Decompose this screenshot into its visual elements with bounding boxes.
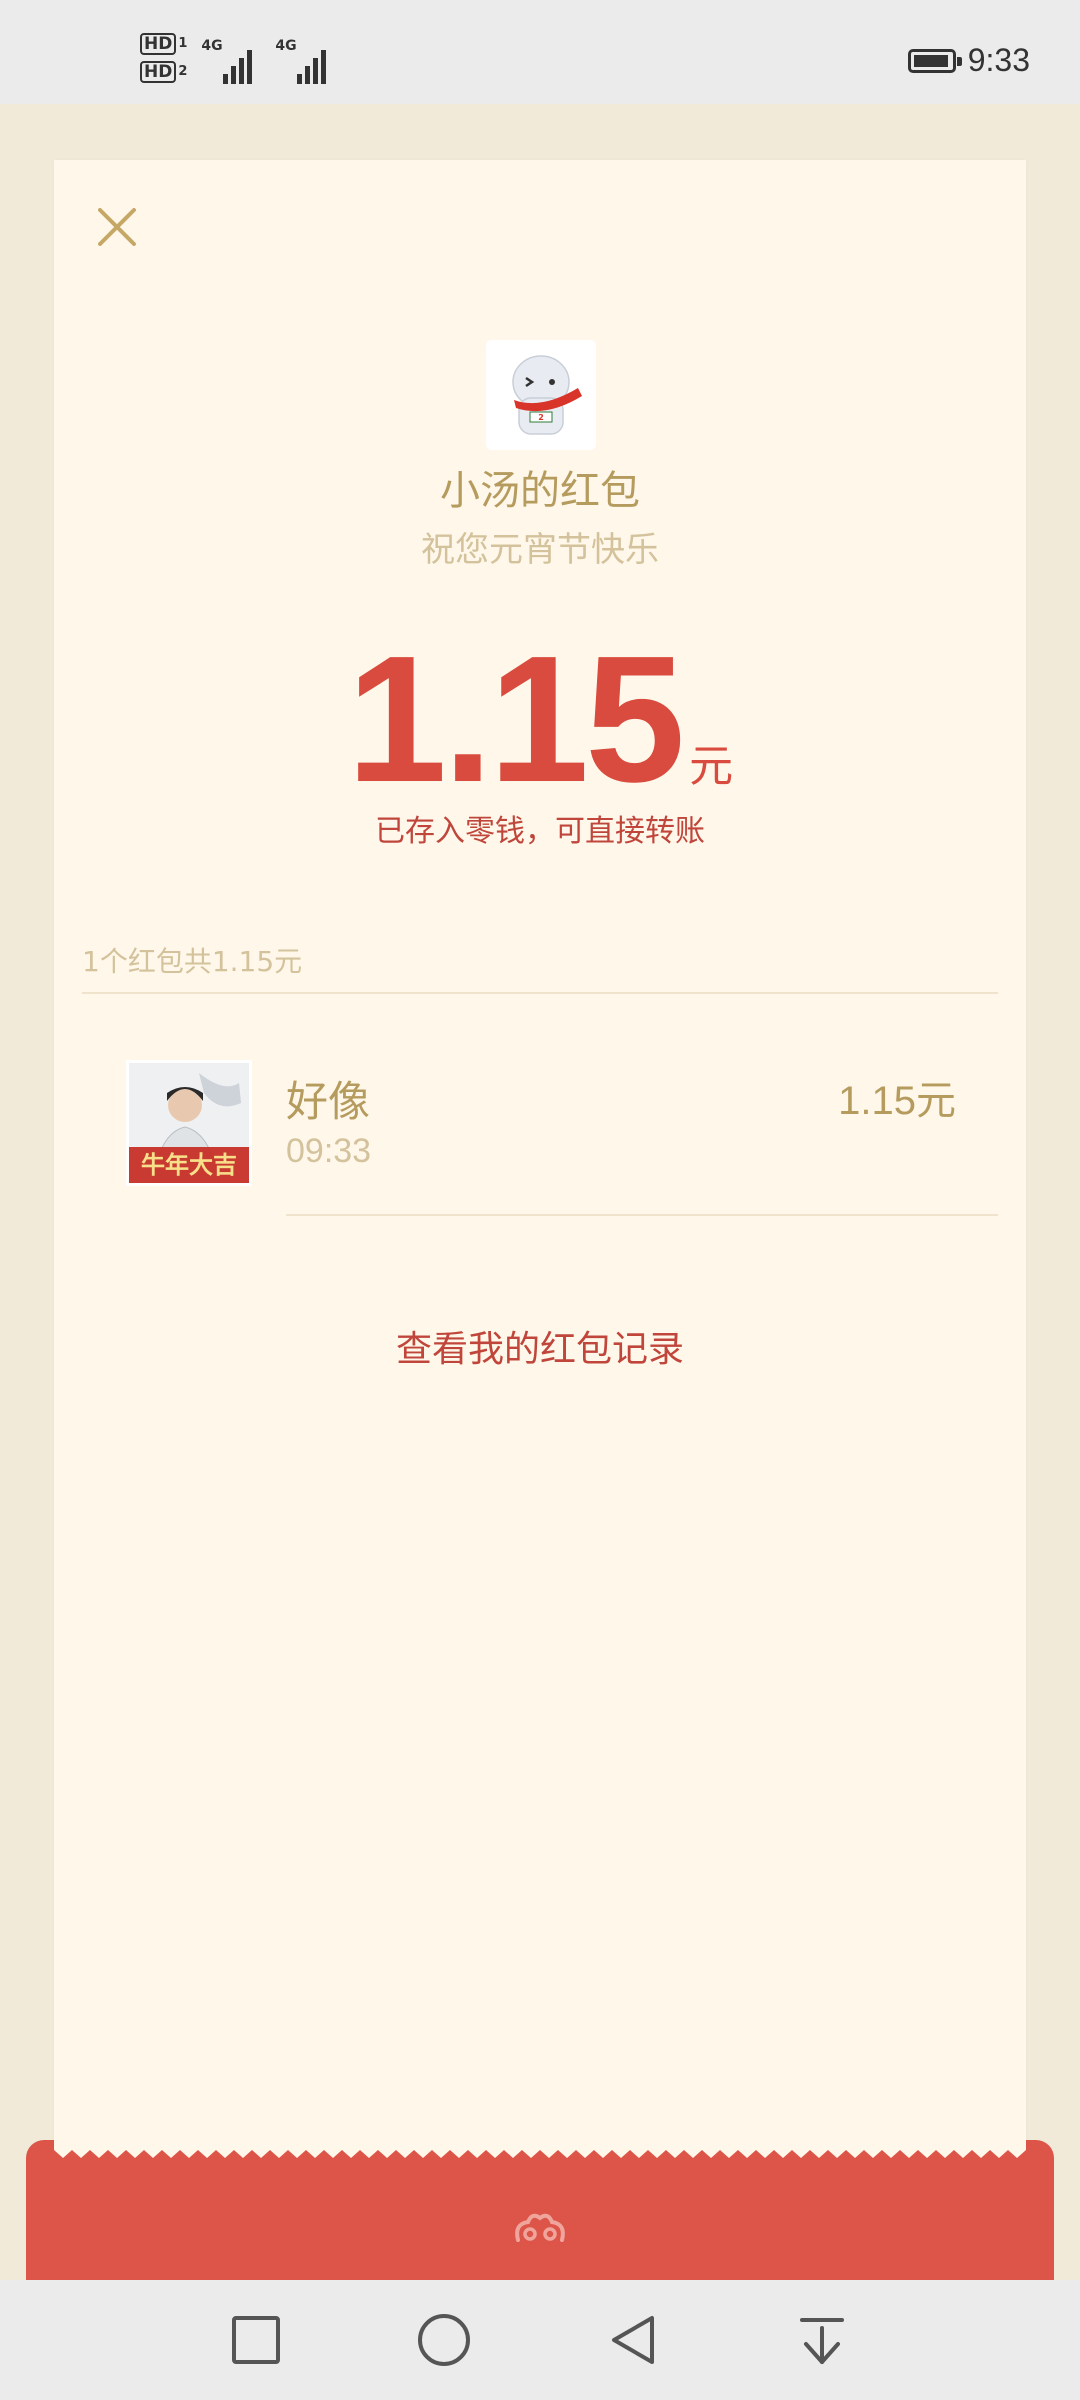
zigzag-edge: [54, 2140, 1026, 2158]
sim2-hd-icon: HD 2: [140, 60, 187, 84]
avatar-image: 牛年大吉: [129, 1063, 249, 1183]
received-amount: 1.15元: [838, 1079, 956, 1123]
receiver-avatar[interactable]: 牛年大吉: [126, 1060, 252, 1186]
mascot-avatar-image: 2: [486, 340, 596, 450]
greeting-message: 祝您元宵节快乐: [421, 530, 659, 570]
triangle-back-icon[interactable]: [604, 2310, 664, 2370]
sim-indicators: HD 1 HD 2: [140, 32, 187, 84]
signal-strength-icon-2: 4G: [275, 32, 335, 84]
receiver-name: 好像: [286, 1077, 371, 1126]
clock: 9:33: [967, 42, 1030, 78]
status-bar: HD 1 HD 2 4G 4G 9:33: [0, 0, 1080, 104]
cloud-emblem-icon: [515, 2213, 565, 2242]
red-envelope-bottom: [26, 2140, 1054, 2280]
view-records-link[interactable]: 查看我的红包记录: [54, 1320, 1026, 1372]
svg-text:2: 2: [538, 413, 544, 422]
sender-avatar[interactable]: 2: [486, 340, 596, 450]
signal-strength-icon-1: 4G: [201, 32, 261, 84]
amount-display: 1.15 元: [54, 620, 1026, 820]
avatar-caption: 牛年大吉: [141, 1151, 237, 1179]
status-right: 9:33: [907, 42, 1030, 79]
receive-time: 09:33: [286, 1132, 372, 1170]
sim1-hd-icon: HD 1: [140, 32, 187, 56]
divider: [82, 992, 998, 994]
navigation-bar: [0, 2280, 1080, 2400]
pull-down-icon[interactable]: [792, 2310, 852, 2370]
square-icon[interactable]: [226, 2310, 286, 2370]
close-icon[interactable]: [92, 202, 142, 252]
signal-indicators: HD 1 HD 2 4G 4G: [140, 32, 335, 92]
circle-icon[interactable]: [414, 2310, 474, 2370]
amount-unit: 元: [689, 741, 734, 792]
packet-summary: 1个红包共1.15元: [82, 945, 303, 978]
amount-value: 1.15: [346, 619, 685, 820]
divider: [286, 1214, 998, 1216]
sender-title: 小汤的红包: [440, 468, 640, 514]
list-item[interactable]: 牛年大吉 好像 09:33 1.15元: [54, 1060, 1026, 1360]
deposit-note[interactable]: 已存入零钱，可直接转账: [54, 806, 1026, 850]
red-packet-detail-card: 2 小汤的红包 祝您元宵节快乐 1.15 元 已存入零钱，可直接转账 1个红包共1…: [54, 160, 1026, 2220]
battery-icon: [907, 48, 962, 73]
